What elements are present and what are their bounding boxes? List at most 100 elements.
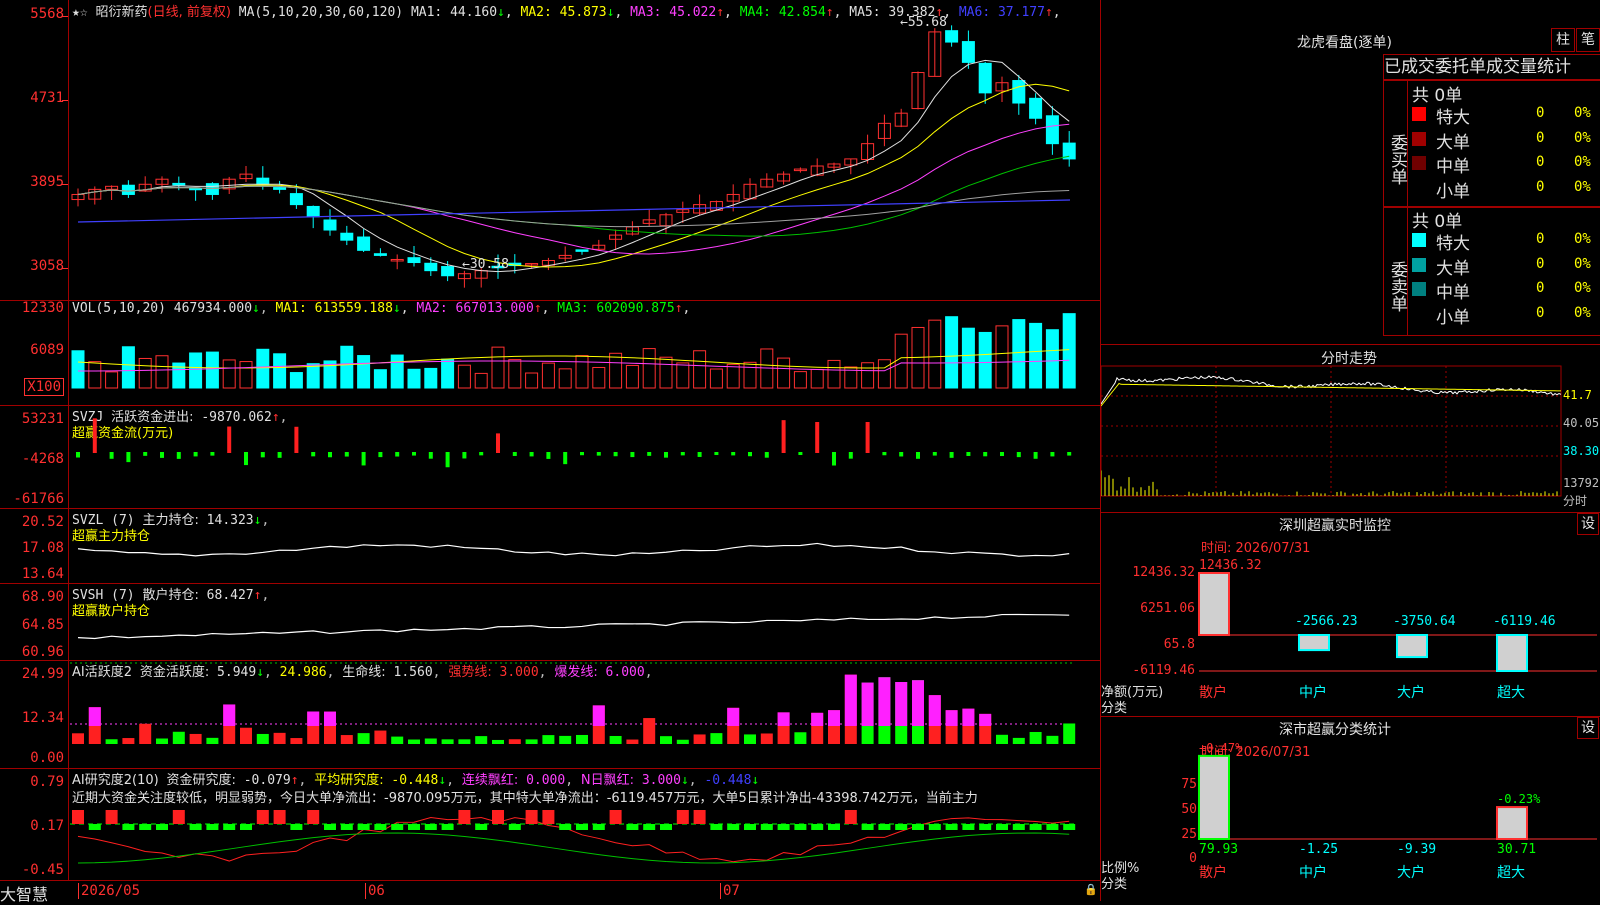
flow-bar: [529, 452, 534, 457]
brand-logo: 大智慧: [0, 885, 49, 904]
research-bar: [290, 824, 303, 830]
order-type-label: 大单: [1436, 132, 1470, 153]
activity-burst: [979, 713, 992, 726]
ai-research-panel[interactable]: 0.79 0.17 -0.45 AI研究度2(10) 资金研究度: -0.079…: [0, 768, 1100, 880]
activity-burst: [727, 707, 740, 726]
ai-activity-panel[interactable]: 24.99 12.34 0.00 AI活跃度2 资金活跃度: 5.949↓, 2…: [0, 660, 1100, 769]
volume-bar: [121, 346, 135, 389]
research-bar: [424, 824, 437, 830]
monitor-value: -3750.64: [1393, 614, 1456, 629]
flow-bar: [983, 452, 988, 457]
order-type-label: 小单: [1436, 181, 1470, 202]
activity-bar: [660, 736, 672, 744]
candle-body: [373, 253, 387, 256]
volume-bar: [357, 355, 371, 389]
research-bar: [710, 824, 723, 830]
buy-block: 委买单 共 0单 特大 0 0% 大单 0 0% 中单 0 0% 小单 0 0%: [1383, 80, 1600, 208]
flow-bar: [109, 452, 114, 459]
volume-bar: [273, 353, 287, 389]
research-bar: [256, 810, 269, 824]
svsh-panel[interactable]: 68.90 64.85 60.96 SVSH (7) 散户持仓: 68.427↑…: [0, 583, 1100, 661]
research-bar: [408, 824, 420, 830]
flow-bar: [1033, 452, 1038, 459]
flow-bar: [882, 452, 887, 456]
activity-bar: [1029, 731, 1042, 744]
classify-value: -9.39: [1397, 842, 1436, 857]
research-bar: [895, 824, 908, 830]
research-bar: [324, 824, 336, 830]
volume-bar: [676, 362, 690, 389]
vol-ma-line: [77, 349, 1070, 369]
activity-bar: [340, 735, 353, 744]
flow-bar: [596, 452, 601, 456]
flow-bar: [512, 452, 517, 456]
candlestick-chart[interactable]: ←55.68 ←30.58: [0, 0, 1100, 300]
research-bar: [441, 824, 454, 830]
flow-bar: [294, 426, 299, 453]
research-bar: [475, 824, 488, 830]
stat-title: 已成交委托单成交量统计: [1383, 54, 1600, 80]
flow-bar: [546, 452, 551, 459]
flow-bar: [731, 452, 736, 456]
flow-bar: [227, 426, 232, 453]
activity-burst: [962, 708, 975, 726]
flow-bar: [143, 452, 148, 456]
research-bar: [592, 824, 605, 830]
activity-bar: [206, 737, 219, 744]
activity-bar: [492, 739, 504, 744]
research-bar: [391, 824, 404, 830]
volume-bar: [827, 359, 841, 389]
buy-label: 委买单: [1384, 81, 1408, 207]
swatch-icon: [1412, 107, 1426, 121]
intraday-panel[interactable]: 分时走势 41.7 40.05 38.30 13792 分时: [1100, 344, 1600, 512]
volume-bar: [155, 355, 169, 389]
activity-burst: [844, 674, 857, 726]
svzj-panel[interactable]: 53231 -4268 -61766 SVZJ 活跃资金进出: -9870.06…: [0, 405, 1100, 509]
order-count: 0: [1536, 304, 1545, 321]
lock-icon[interactable]: 🔒: [1084, 883, 1098, 896]
candle-body: [407, 257, 421, 264]
monitor-value: -6119.46: [1493, 614, 1556, 629]
research-bar: [811, 824, 824, 830]
candle-body: [340, 232, 354, 241]
volume-panel[interactable]: 12330 6089 X100 VOL(5,10,20) 467934.000↓…: [0, 300, 1100, 406]
tab-bar-view[interactable]: 柱: [1551, 28, 1575, 52]
ma120-line: [77, 199, 1071, 223]
research-bar: [122, 824, 135, 830]
retail-holding-chart: [77, 613, 1070, 640]
svzl-panel[interactable]: 20.52 17.08 13.64 SVZL (7) 主力持仓: 14.323↓…: [0, 508, 1100, 584]
volume-bar: [1012, 319, 1026, 389]
activity-bar: [1046, 735, 1059, 744]
research-bar: [105, 810, 118, 824]
candle-body: [357, 236, 371, 251]
flow-bar: [1016, 452, 1021, 458]
volume-bar: [424, 367, 438, 389]
volume-bar: [743, 361, 757, 389]
price-panel[interactable]: 5568 4731 3895 3058 ★☆ 昭衍新药(日线, 前复权) MA(…: [0, 0, 1100, 301]
volume-bar: [105, 371, 119, 389]
flow-bar: [479, 452, 484, 456]
flow-bar: [714, 452, 719, 456]
research-bar: [88, 824, 101, 830]
volume-bar: [995, 325, 1009, 389]
research-bar: [1029, 824, 1042, 830]
volume-bar: [525, 372, 539, 389]
activity-burst: [811, 712, 824, 726]
activity-bar: [1012, 737, 1025, 744]
dragon-tiger-panel: 龙虎看盘(逐单) 柱 笔 已成交委托单成交量统计 委买单 共 0单 特大 0 0% 大…: [1100, 0, 1600, 345]
activity-chart: [70, 662, 1076, 744]
flow-bar: [210, 452, 215, 456]
tab-tick-view[interactable]: 笔: [1576, 28, 1600, 52]
classify-panel: 深市超赢分类统计 设 时间: 2026/07/31 75 50 25 0 比例%…: [1100, 716, 1600, 901]
swatch-icon: [1412, 306, 1426, 321]
volume-bar: [256, 348, 270, 389]
monitor-category: 中户: [1299, 684, 1327, 701]
activity-bar: [156, 738, 168, 744]
volume-bar: [877, 359, 891, 389]
research-bar: [223, 824, 236, 830]
activity-bar: [760, 733, 773, 744]
monitor-value: 12436.32: [1199, 558, 1262, 573]
swatch-icon: [1412, 233, 1426, 247]
activity-burst: [895, 682, 908, 726]
research-bar: [727, 824, 740, 830]
